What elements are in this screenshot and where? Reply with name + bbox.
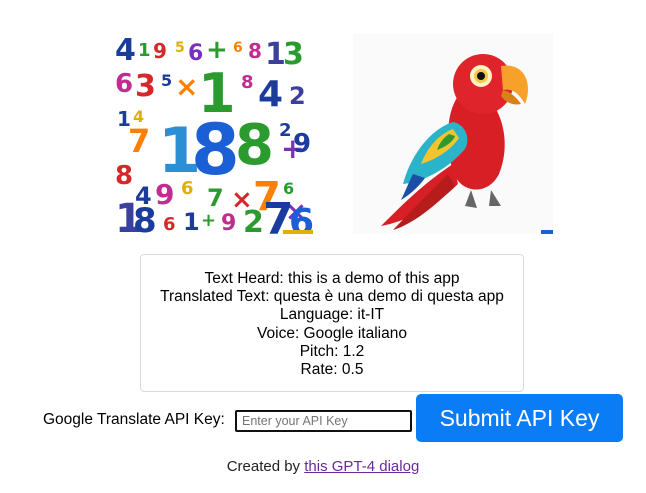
svg-text:6: 6 — [181, 178, 194, 199]
svg-text:4: 4 — [258, 74, 283, 115]
api-key-label: Google Translate API Key: — [43, 411, 225, 428]
footer-prefix: Created by — [226, 458, 305, 475]
colorful-numbers-image: 4 1 9 5 6 + 6 8 1 3 6 3 5 × 1 8 4 2 1 4 … — [113, 34, 313, 234]
svg-text:2: 2 — [243, 205, 264, 234]
svg-text:6: 6 — [163, 214, 176, 234]
gpt4-dialog-link[interactable]: this GPT-4 dialog — [304, 458, 419, 475]
language: Language: it-IT — [279, 306, 385, 324]
rate: Rate: 0.5 — [300, 361, 364, 379]
text-heard: Text Heard: this is a demo of this app — [204, 270, 460, 287]
svg-text:+: + — [206, 35, 228, 65]
svg-text:3: 3 — [283, 37, 304, 72]
svg-text:8: 8 — [115, 161, 133, 191]
svg-text:7: 7 — [128, 122, 150, 160]
pitch: Pitch: 1.2 — [299, 342, 365, 360]
svg-text:9: 9 — [153, 39, 167, 63]
svg-text:3: 3 — [135, 69, 156, 104]
svg-text:1: 1 — [183, 208, 200, 234]
api-key-row: Google Translate API Key: Submit API Key — [0, 394, 646, 442]
svg-text:8: 8 — [191, 109, 240, 191]
svg-text:4: 4 — [115, 34, 136, 68]
api-key-input[interactable] — [235, 410, 412, 432]
svg-text:8: 8 — [235, 113, 274, 178]
footer: Created by this GPT-4 dialog — [0, 458, 646, 475]
page: 4 1 9 5 6 + 6 8 1 3 6 3 5 × 1 8 4 2 1 4 … — [0, 0, 646, 493]
svg-text:5: 5 — [161, 71, 172, 90]
svg-text:7: 7 — [207, 184, 224, 212]
svg-text:6: 6 — [115, 69, 133, 99]
translation-info-box: Text Heard: this is a demo of this app T… — [140, 254, 524, 392]
svg-text:8: 8 — [241, 72, 254, 93]
svg-text:9: 9 — [293, 129, 311, 159]
svg-text:8: 8 — [133, 201, 157, 234]
translated-text: Translated Text: questa è una demo di qu… — [160, 288, 504, 306]
voice: Voice: Google italiano — [257, 324, 407, 342]
parrot-image — [353, 34, 553, 234]
svg-text:2: 2 — [289, 82, 306, 110]
svg-text:9: 9 — [221, 211, 236, 234]
svg-text:6: 6 — [233, 40, 243, 56]
svg-text:1: 1 — [138, 40, 151, 61]
submit-api-key-button[interactable]: Submit API Key — [416, 394, 623, 442]
svg-text:9: 9 — [155, 178, 174, 211]
svg-text:5: 5 — [175, 40, 185, 56]
svg-text:8: 8 — [248, 39, 262, 63]
svg-text:6: 6 — [289, 202, 313, 234]
svg-text:+: + — [201, 210, 216, 231]
svg-text:×: × — [175, 70, 198, 103]
